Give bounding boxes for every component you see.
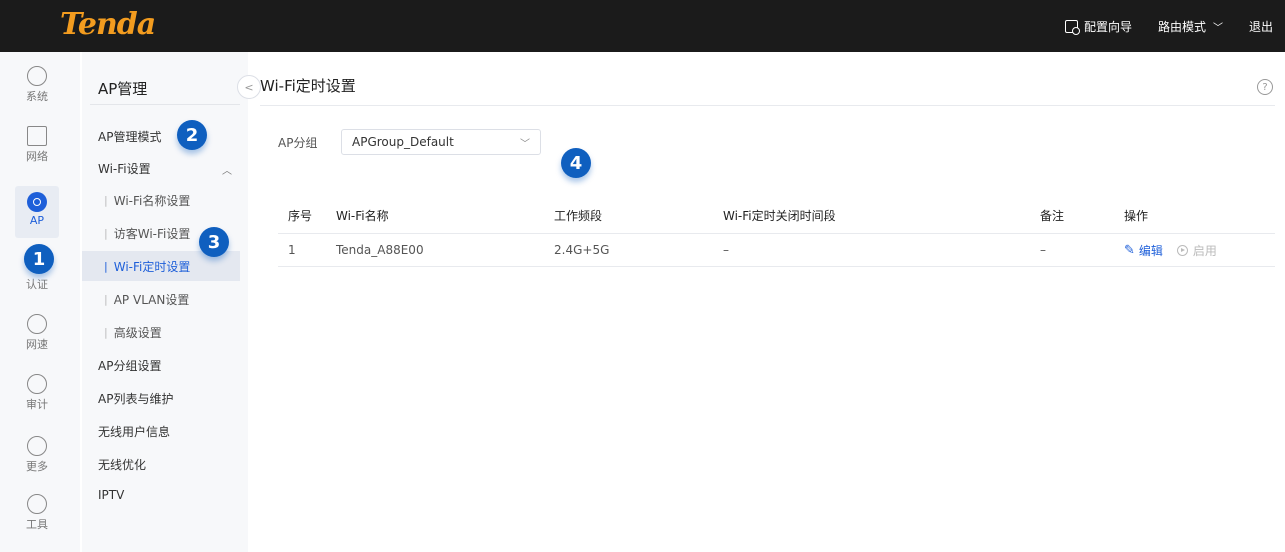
wifi-timer-table: 序号 Wi-Fi名称 工作频段 Wi-Fi定时关闭时间段 备注 操作 1 Ten… [278, 206, 1275, 267]
sidebar-item-wifi-name[interactable]: | Wi-Fi名称设置 [98, 185, 248, 215]
play-icon [1176, 244, 1188, 256]
sidebar-item-label: 访客Wi-Fi设置 [113, 226, 191, 241]
rail-item-speed[interactable]: 网速 [15, 314, 59, 366]
sidebar: AP管理 AP管理模式 Wi-Fi设置 ︿ | Wi-Fi名称设置 | 访客Wi… [82, 52, 248, 552]
rail-label: 系统 [26, 90, 48, 103]
sidebar-item-ap-mode[interactable]: AP管理模式 [98, 128, 161, 145]
mode-label: 路由模式 [1157, 19, 1206, 34]
title-divider [260, 105, 1275, 106]
rail-item-system[interactable]: 系统 [15, 66, 59, 118]
logout-label: 退出 [1248, 19, 1273, 34]
sidebar-item-wireless-users[interactable]: 无线用户信息 [98, 423, 170, 440]
sidebar-item-wireless-opt[interactable]: 无线优化 [98, 456, 146, 473]
rail-label: 网速 [26, 338, 48, 351]
rail-label: 认证 [26, 278, 48, 291]
rail-label: 网络 [26, 150, 48, 163]
column-header: 序号 [288, 209, 313, 223]
sidebar-item-ap-group[interactable]: AP分组设置 [98, 357, 161, 374]
logout-button[interactable]: 退出 [1249, 18, 1273, 35]
row-remark: – [1040, 243, 1046, 257]
sidebar-item-ap-list[interactable]: AP列表与维护 [98, 390, 173, 407]
sidebar-item-label: Wi-Fi定时设置 [113, 259, 191, 274]
sidebar-item-wifi-settings[interactable]: Wi-Fi设置 [98, 160, 151, 177]
callout-badge-1: 1 [24, 244, 54, 274]
rail-item-tools[interactable]: 工具 [15, 494, 59, 546]
column-header: 备注 [1040, 209, 1065, 223]
top-bar: Tenda 配置向导 路由模式 ﹀ 退出 [0, 0, 1285, 52]
page-title: Wi-Fi定时设置 [260, 77, 356, 95]
row-wifi-name: Tenda_A88E00 [336, 243, 424, 257]
enable-label: 启用 [1192, 243, 1217, 258]
network-icon [27, 126, 47, 146]
system-icon [27, 66, 47, 86]
audit-icon [27, 374, 47, 394]
submenu-bar: | [104, 259, 108, 273]
submenu-bar: | [104, 226, 108, 240]
setup-wizard-button[interactable]: 配置向导 [1064, 18, 1132, 35]
chevron-left-icon: < [244, 80, 254, 94]
sidebar-item-ap-vlan[interactable]: | AP VLAN设置 [98, 284, 248, 314]
column-header: Wi-Fi定时关闭时间段 [723, 209, 836, 223]
rail-item-audit[interactable]: 审计 [15, 374, 59, 426]
speed-icon [27, 314, 47, 334]
table-row: 1 Tenda_A88E00 2.4G+5G – – ✎ 编辑 启用 [278, 234, 1275, 267]
submenu-bar: | [104, 292, 108, 306]
rail-label: 工具 [26, 518, 48, 531]
chevron-up-icon[interactable]: ︿ [222, 162, 232, 177]
ap-group-label: AP分组 [278, 136, 318, 150]
chevron-down-icon: ﹀ [520, 139, 530, 150]
rail-label: 审计 [26, 398, 48, 411]
tools-icon [27, 494, 47, 514]
wizard-icon [1064, 19, 1080, 35]
ap-group-value: APGroup_Default [352, 135, 454, 149]
row-actions: ✎ 编辑 启用 [1124, 234, 1217, 266]
rail-label: 更多 [26, 460, 48, 473]
edit-button[interactable]: ✎ 编辑 [1124, 242, 1163, 259]
ap-icon [27, 192, 47, 212]
more-icon [27, 436, 47, 456]
rail-label: AP [29, 214, 45, 227]
tenda-logo[interactable]: Tenda [60, 7, 156, 42]
enable-button[interactable]: 启用 [1176, 242, 1217, 259]
rail-item-network[interactable]: 网络 [15, 126, 59, 178]
sidebar-divider [90, 104, 240, 105]
top-actions: 配置向导 路由模式 ﹀ 退出 [1064, 0, 1285, 52]
sidebar-title: AP管理 [98, 80, 148, 98]
column-header: 工作频段 [554, 209, 603, 223]
sidebar-item-advanced[interactable]: | 高级设置 [98, 317, 248, 347]
sidebar-item-label: AP VLAN设置 [113, 292, 190, 307]
row-period: – [723, 243, 729, 257]
mode-dropdown[interactable]: 路由模式 ﹀ [1158, 18, 1223, 35]
edit-icon: ✎ [1124, 242, 1135, 258]
callout-badge-3: 3 [199, 227, 229, 257]
help-icon[interactable]: ? [1257, 79, 1273, 95]
submenu-bar: | [104, 193, 108, 207]
callout-badge-4: 4 [561, 148, 591, 178]
rail-item-ap[interactable]: AP [15, 186, 59, 238]
collapse-sidebar-button[interactable]: < [237, 75, 261, 99]
ap-group-select[interactable]: APGroup_Default ﹀ [341, 129, 541, 155]
row-band: 2.4G+5G [554, 243, 610, 257]
sidebar-item-label: 高级设置 [113, 325, 162, 340]
table-header: 序号 Wi-Fi名称 工作频段 Wi-Fi定时关闭时间段 备注 操作 [278, 206, 1275, 234]
edit-label: 编辑 [1138, 243, 1163, 258]
sidebar-item-iptv[interactable]: IPTV [98, 488, 124, 502]
callout-badge-2: 2 [177, 120, 207, 150]
rail-item-more[interactable]: 更多 [15, 436, 59, 488]
column-header: Wi-Fi名称 [336, 209, 389, 223]
submenu-bar: | [104, 325, 108, 339]
setup-wizard-label: 配置向导 [1083, 19, 1132, 34]
row-index: 1 [288, 243, 296, 257]
sidebar-item-label: Wi-Fi名称设置 [113, 193, 191, 208]
column-header: 操作 [1124, 209, 1149, 223]
chevron-down-icon: ﹀ [1212, 22, 1223, 34]
